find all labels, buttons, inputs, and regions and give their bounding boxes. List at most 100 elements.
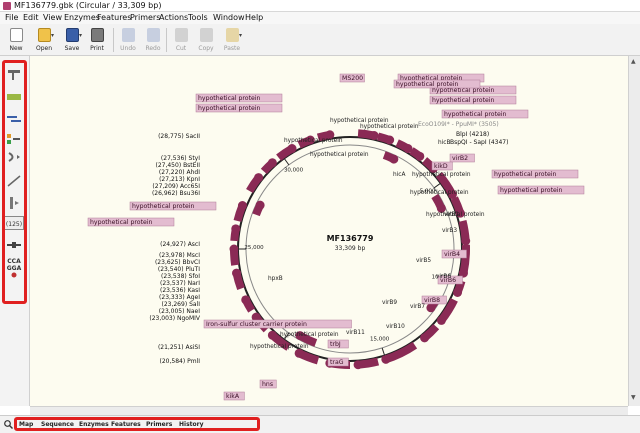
save-disk-icon [66,28,79,42]
feature-label[interactable]: Iron-sulfur cluster carrier protein [203,319,352,329]
enzyme-site-label[interactable]: (27,450) BstEII [155,162,200,169]
feature-arrowhead [353,360,363,370]
open-button[interactable]: ▾ Open [32,26,56,54]
new-button[interactable]: New [4,26,28,54]
feature-arrowhead [254,173,264,183]
enzyme-site-label[interactable]: (24,927) AscI [160,241,200,248]
map-name: MF136779 [327,234,374,243]
chevron-down-icon[interactable]: ▾ [51,32,54,39]
copy-button[interactable]: Copy [194,26,218,54]
svg-text:hypothetical protein: hypothetical protein [198,95,261,102]
feature-label[interactable]: traG [327,357,349,367]
print-button[interactable]: Print [85,26,109,54]
feature-label[interactable]: hypothetical protein [491,169,579,179]
feature-label[interactable]: trbJ [327,339,349,349]
tick-label: 15,000 [370,336,390,342]
feature-arrowhead [229,244,239,254]
vertical-scrollbar[interactable]: ▲ ▼ [628,56,640,406]
feature-label[interactable]: kikA [223,391,245,401]
app-icon [3,2,11,10]
menu-tools[interactable]: Tools [188,13,208,22]
tick-mark [283,158,290,166]
save-button[interactable]: ▾ Save [60,26,84,54]
feature-arrowhead [381,354,391,364]
enzyme-site-label[interactable]: (23,540) PluTI [158,266,200,273]
menu-window[interactable]: Window [213,13,245,22]
enzyme-site-label[interactable]: (26,962) Bsu36I [152,190,200,197]
menu-view[interactable]: View [43,13,62,22]
feature-arrowhead [231,224,241,234]
enzyme-site-label[interactable]: (23,625) BbvCI [155,259,200,266]
scroll-up-icon[interactable]: ▲ [631,58,636,65]
feature-label[interactable]: hypothetical protein [497,185,585,195]
menu-help[interactable]: Help [245,13,263,22]
enzyme-site-label[interactable]: (23,269) SalI [161,301,200,308]
feature-label[interactable]: hypothetical protein [195,93,283,103]
feature-label[interactable]: hypothetical protein [87,217,175,227]
redo-icon [147,28,160,42]
enzyme-site-label[interactable]: (23,005) NaeI [159,308,200,315]
enzyme-site-label[interactable]: (27,209) Acc65I [152,183,200,190]
redo-button[interactable]: Redo [141,26,165,54]
feature-label[interactable]: virB2 [449,153,475,163]
toolbar-separator [113,28,114,52]
svg-text:hypothetical protein: hypothetical protein [444,111,507,118]
horizontal-scrollbar[interactable] [30,406,628,415]
menu-actions[interactable]: Actions [159,13,188,22]
feature-label-plain: hypothetical protein [250,344,309,350]
menu-features[interactable]: Features [97,13,131,22]
enzyme-site-label[interactable]: (28,775) SacII [158,133,200,140]
chevron-down-icon[interactable]: ▾ [239,32,242,39]
undo-button[interactable]: Undo [116,26,140,54]
feature-label[interactable]: hypothetical protein [195,103,283,113]
feature-arrowhead [255,200,265,210]
enzyme-site-label[interactable]: (23,538) SfoI [161,273,200,280]
map-canvas[interactable]: 30,00025,00020,00015,00010,0005,000 MF13… [30,56,628,406]
feature-label[interactable]: hypothetical protein [429,95,517,105]
enzyme-site-label[interactable]: (23,536) KasI [160,287,200,294]
paste-button[interactable]: ▾ Paste [220,26,244,54]
scroll-down-icon[interactable]: ▼ [631,394,636,401]
svg-text:hypothetical protein: hypothetical protein [432,97,495,104]
cut-button[interactable]: Cut [169,26,193,54]
feature-label[interactable]: virB8 [421,295,447,305]
svg-text:virB4: virB4 [444,251,460,258]
feature-label-plain: virB6 [436,274,451,280]
feature-arrowhead [287,144,297,154]
enzyme-site-label[interactable]: (21,251) AsiSI [158,344,200,351]
menu-edit[interactable]: Edit [23,13,39,22]
enzyme-site-label[interactable]: BspQI - SapI (4347) [450,139,508,146]
enzyme-site-label[interactable]: (27,536) StyI [161,155,200,162]
search-icon[interactable] [4,420,13,429]
feature-arrowhead [389,154,399,164]
enzyme-site-label[interactable]: (23,537) NarI [160,280,200,287]
feature-label[interactable]: kikD [431,161,453,171]
feature-label[interactable]: hypothetical protein [441,109,529,119]
menu-file[interactable]: File [5,13,18,22]
tick-mark [381,347,386,356]
svg-text:hypothetical protein: hypothetical protein [494,171,557,178]
svg-text:hypothetical protein: hypothetical protein [132,203,195,210]
feature-label[interactable]: hypothetical protein [129,201,217,211]
feature-arrowhead [267,158,277,168]
enzyme-site-label[interactable]: BlpI (4218) [456,131,489,138]
feature-label[interactable]: virB4 [441,249,467,259]
feature-label[interactable]: hypothetical protein [393,79,481,89]
menu-enzymes[interactable]: Enzymes [64,13,100,22]
copy-icon [200,28,213,42]
feature-label[interactable]: MS200 [339,73,365,83]
feature-arrowhead [436,315,446,325]
feature-arc[interactable] [384,341,418,364]
enzyme-site-label[interactable]: (27,213) KpnI [159,176,200,183]
chevron-down-icon[interactable]: ▾ [79,32,82,39]
menu-primers[interactable]: Primers [130,13,160,22]
enzyme-site-label[interactable]: (27,220) AhdI [159,169,200,176]
feature-label[interactable]: hns [259,379,277,389]
svg-text:virB8: virB8 [424,297,440,304]
enzyme-site-label[interactable]: EcoO109I* - PpuMI* (3505) [418,121,499,128]
enzyme-site-label[interactable]: (20,584) PmlI [160,358,201,365]
enzyme-site-label[interactable]: (23,978) MscI [159,252,200,259]
enzyme-site-label[interactable]: (23,333) AgeI [159,294,200,301]
svg-text:kikA: kikA [226,393,240,400]
enzyme-site-label[interactable]: (23,003) NgoMIV [149,315,200,322]
